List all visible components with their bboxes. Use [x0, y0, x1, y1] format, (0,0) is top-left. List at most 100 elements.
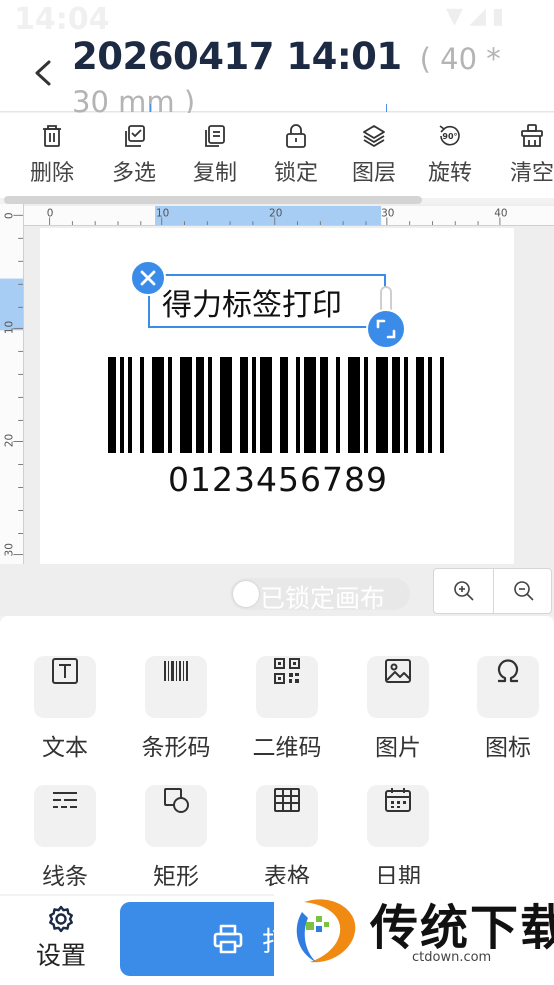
status-bar: 14:04 ▼◢▮	[0, 0, 554, 37]
barcode-bar	[128, 357, 132, 453]
barcode-bar	[428, 357, 432, 453]
text-element[interactable]: 得力标签打印	[148, 274, 386, 328]
clear-button[interactable]: 清空	[492, 123, 554, 187]
barcode-bar	[416, 357, 424, 453]
text-element-content: 得力标签打印	[162, 288, 342, 323]
add-image-button[interactable]: 图片	[346, 640, 450, 762]
vertical-ruler: 0 10 20 30	[0, 204, 24, 564]
v-ruler-tick: 30	[3, 543, 15, 556]
resize-element-button[interactable]	[366, 309, 406, 349]
layers-button[interactable]: 图层	[334, 123, 414, 187]
horizontal-ruler: 0 10 20 30 40	[24, 206, 554, 226]
barcode-bar	[348, 357, 360, 453]
canvas-area: 0 10 20 30 40 0 10 20 30 得力标签打印 01234567	[0, 204, 554, 616]
lock-canvas-toggle[interactable]: 已锁定画布	[230, 578, 410, 613]
add-text-button[interactable]: 文本	[13, 640, 117, 762]
status-time: 14:04	[14, 2, 110, 37]
rotate-90-icon: 90°	[439, 125, 460, 146]
lock-canvas-label: 已锁定画布	[260, 584, 386, 613]
barcode-value: 0123456789	[168, 460, 388, 499]
image-icon	[385, 659, 411, 683]
close-icon	[140, 270, 156, 286]
add-line-button[interactable]: 线条	[13, 769, 117, 891]
add-icon-button[interactable]: 图标	[456, 640, 554, 762]
h-ruler-tick: 20	[269, 207, 282, 219]
barcode-bar	[304, 357, 316, 453]
toggle-knob	[233, 581, 259, 607]
barcode-element[interactable]	[108, 357, 448, 453]
svg-text:90°: 90°	[442, 132, 457, 141]
shape-icon	[164, 788, 189, 813]
add-date-button[interactable]: 日期	[346, 769, 450, 891]
lock-button[interactable]: 锁定	[256, 123, 336, 187]
delete-button[interactable]: 删除	[12, 123, 92, 187]
table-icon	[274, 788, 300, 812]
add-qrcode-button[interactable]: 二维码	[235, 640, 339, 762]
toolbar-scrollbar[interactable]	[4, 196, 422, 204]
add-table-button[interactable]: 表格	[235, 769, 339, 891]
zoom-out-button[interactable]	[494, 569, 553, 613]
add-shape-button[interactable]: 矩形	[124, 769, 228, 891]
barcode-bar	[120, 357, 124, 453]
barcode-bar	[180, 357, 192, 453]
zoom-controls	[433, 568, 552, 614]
battery-icon: ▮	[491, 4, 510, 29]
barcode-bar	[196, 357, 204, 453]
line-icon	[53, 792, 77, 808]
watermark-name: 传统下载	[370, 900, 554, 956]
zoom-in-button[interactable]	[434, 569, 493, 613]
barcode-bar	[252, 357, 256, 453]
text-icon	[52, 658, 78, 684]
zoom-in-icon	[453, 581, 474, 601]
lock-icon	[286, 124, 306, 148]
wifi-icon: ▼	[446, 4, 469, 29]
gear-icon	[49, 905, 73, 933]
clear-icon	[521, 124, 543, 147]
delete-element-button[interactable]	[130, 260, 166, 296]
barcode-icon	[164, 661, 188, 681]
copy-button[interactable]: 复制	[175, 123, 255, 187]
edit-toolbar: 删除 多选 复制 锁定 图层 90° 旋转 清空	[0, 113, 554, 198]
barcode-bar	[296, 357, 300, 453]
barcode-bar	[376, 357, 388, 453]
barcode-bar	[208, 357, 212, 453]
qrcode-icon	[274, 658, 300, 684]
add-barcode-button[interactable]: 条形码	[124, 640, 228, 762]
barcode-bar	[440, 357, 444, 453]
back-arrow-icon[interactable]	[30, 58, 56, 88]
layers-icon	[363, 125, 385, 147]
barcode-bar	[364, 357, 368, 453]
multi-select-icon	[125, 125, 145, 147]
h-ruler-tick: 30	[381, 207, 394, 219]
h-ruler-tick: 40	[494, 207, 507, 219]
barcode-bar	[108, 357, 116, 453]
status-icons: ▼◢▮	[446, 4, 510, 29]
multi-select-button[interactable]: 多选	[94, 123, 174, 187]
resize-corner-icon	[376, 319, 396, 339]
h-ruler-tick: 10	[156, 207, 169, 219]
barcode-bar	[140, 357, 144, 453]
barcode-bar	[260, 357, 272, 453]
barcode-bar	[168, 357, 172, 453]
copy-icon	[205, 125, 225, 147]
barcode-bar	[220, 357, 232, 453]
trash-icon	[43, 125, 61, 147]
calendar-icon	[385, 788, 411, 812]
barcode-bar	[280, 357, 288, 453]
barcode-bar	[240, 357, 248, 453]
barcode-bar	[336, 357, 340, 453]
barcode-bar	[320, 357, 328, 453]
h-ruler-tick: 0	[47, 207, 54, 219]
v-ruler-tick: 10	[3, 321, 15, 334]
v-ruler-tick: 20	[3, 434, 15, 447]
rotate-button[interactable]: 90° 旋转	[410, 123, 490, 187]
header: 20260417 14:01( 40 * 30 mm )	[0, 34, 554, 119]
zoom-out-icon	[513, 581, 534, 601]
v-ruler-tick: 0	[3, 212, 15, 219]
element-panel: 文本 条形码 二维码 图片 图标 线条 矩形 表格 日期	[0, 616, 554, 894]
barcode-bar	[152, 357, 164, 453]
barcode-bar	[404, 357, 408, 453]
printer-icon	[213, 924, 243, 954]
watermark-logo-icon	[296, 899, 356, 963]
settings-button[interactable]: 设置	[26, 904, 96, 972]
